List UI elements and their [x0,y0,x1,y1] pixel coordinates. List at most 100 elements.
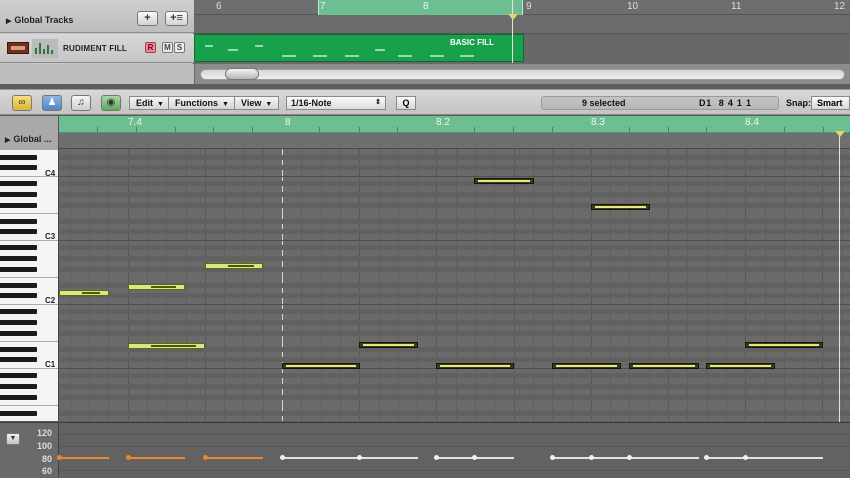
global-tracks-row[interactable]: ▶ Global Tracks + +≡ [0,0,194,33]
midi-note-selected[interactable] [205,263,263,269]
velocity-bar[interactable] [552,457,591,459]
playhead-marker-icon[interactable] [835,131,845,137]
black-key[interactable] [0,229,37,235]
region-note-preview [345,55,359,57]
ruler-tick [629,127,630,132]
black-key[interactable] [0,330,37,336]
track-header[interactable]: RUDIMENT FILL R M S [0,34,194,63]
velocity-bar[interactable] [436,457,474,459]
black-key[interactable] [0,218,37,224]
velocity-handle[interactable] [589,455,594,460]
black-key[interactable] [0,309,37,315]
record-enable-button[interactable]: R [145,42,156,53]
black-key[interactable] [0,346,37,352]
velocity-bar[interactable] [59,457,109,459]
edit-menu[interactable]: Edit ▼ [129,96,171,110]
black-key[interactable] [0,165,37,171]
white-key-divider [0,240,58,241]
disclosure-triangle-icon[interactable]: ▶ [6,18,11,25]
playhead[interactable] [512,0,513,63]
quantize-button[interactable]: Q [396,96,416,110]
velocity-bar[interactable] [591,457,629,459]
disclosure-triangle-icon[interactable]: ▶ [5,137,10,144]
black-key[interactable] [0,245,37,251]
velocity-bar[interactable] [706,457,745,459]
midi-note[interactable] [436,363,514,369]
midi-out-icon[interactable]: ◉ [101,95,121,111]
solo-button[interactable]: S [174,42,185,53]
region-note-preview [430,55,444,57]
horizontal-scrollbar[interactable] [200,69,845,80]
velocity-handle[interactable] [126,455,131,460]
velocity-scale-label: 120 [36,428,52,438]
snap-select[interactable]: Smart [811,96,850,110]
black-key[interactable] [0,293,37,299]
position-note: D1 [699,98,713,108]
note-grid[interactable] [59,149,850,421]
midi-in-icon[interactable]: ♫ [71,95,91,111]
velocity-scale-label: 60 [41,466,52,476]
velocity-handle[interactable] [550,455,555,460]
black-key[interactable] [0,202,37,208]
functions-menu[interactable]: Functions ▼ [168,96,236,110]
velocity-handle[interactable] [357,455,362,460]
black-key[interactable] [0,384,37,389]
midi-note[interactable] [282,363,360,369]
dropdown-arrow-icon: ▼ [157,101,164,108]
black-key[interactable] [0,192,37,197]
scrollbar-thumb[interactable] [225,68,259,80]
velocity-handle[interactable] [57,455,62,460]
catch-icon[interactable]: ♟ [42,95,62,111]
midi-note[interactable] [745,342,823,348]
midi-note[interactable] [552,363,621,369]
midi-note[interactable] [706,363,775,369]
add-track-button[interactable]: + [137,11,158,26]
view-menu[interactable]: View ▼ [234,96,280,110]
cycle-region[interactable] [318,0,523,15]
ruler-tick [97,127,98,132]
black-key[interactable] [0,154,37,160]
playhead-marker-icon[interactable] [508,14,518,20]
velocity-bar[interactable] [359,457,418,459]
velocity-handle[interactable] [472,455,477,460]
black-key[interactable] [0,256,37,261]
velocity-handle[interactable] [743,455,748,460]
midi-note[interactable] [591,204,650,210]
black-key[interactable] [0,410,37,416]
lane-menu-button[interactable]: ▼ [6,433,20,445]
piano-keyboard[interactable]: C4 C3 C2 C1 [0,149,59,421]
velocity-bar[interactable] [474,457,514,459]
midi-note-selected[interactable] [128,284,185,290]
velocity-handle[interactable] [280,455,285,460]
velocity-bar[interactable] [629,457,699,459]
velocity-handle[interactable] [434,455,439,460]
mute-button[interactable]: M [162,42,173,53]
midi-note[interactable] [359,342,418,348]
black-key[interactable] [0,320,37,325]
piano-roll-ruler[interactable]: 7.4 8 8.2 8.3 8.4 [59,116,850,133]
black-key[interactable] [0,373,37,379]
global-tracks-disclosure[interactable]: ▶ Global Tracks [6,15,73,25]
black-key[interactable] [0,394,37,400]
midi-note-selected[interactable] [128,343,205,349]
link-icon[interactable]: ∞ [12,95,32,111]
velocity-bar[interactable] [205,457,263,459]
velocity-bar[interactable] [128,457,185,459]
global-tracks-disclosure[interactable]: ▶ Global ... [5,134,51,144]
velocity-handle[interactable] [203,455,208,460]
black-key[interactable] [0,357,37,363]
add-folder-button[interactable]: +≡ [165,11,188,26]
black-key[interactable] [0,282,37,288]
velocity-bar[interactable] [745,457,823,459]
velocity-handle[interactable] [704,455,709,460]
black-key[interactable] [0,266,37,272]
midi-note[interactable] [629,363,699,369]
velocity-lane[interactable] [57,422,850,478]
quantize-select[interactable]: 1/16-Note ⇕ [286,96,386,110]
midi-note[interactable] [474,178,534,184]
black-key[interactable] [0,181,37,187]
midi-note-selected[interactable] [59,290,109,296]
velocity-bar[interactable] [282,457,359,459]
velocity-handle[interactable] [627,455,632,460]
ruler-bar-number: 9 [526,1,532,12]
